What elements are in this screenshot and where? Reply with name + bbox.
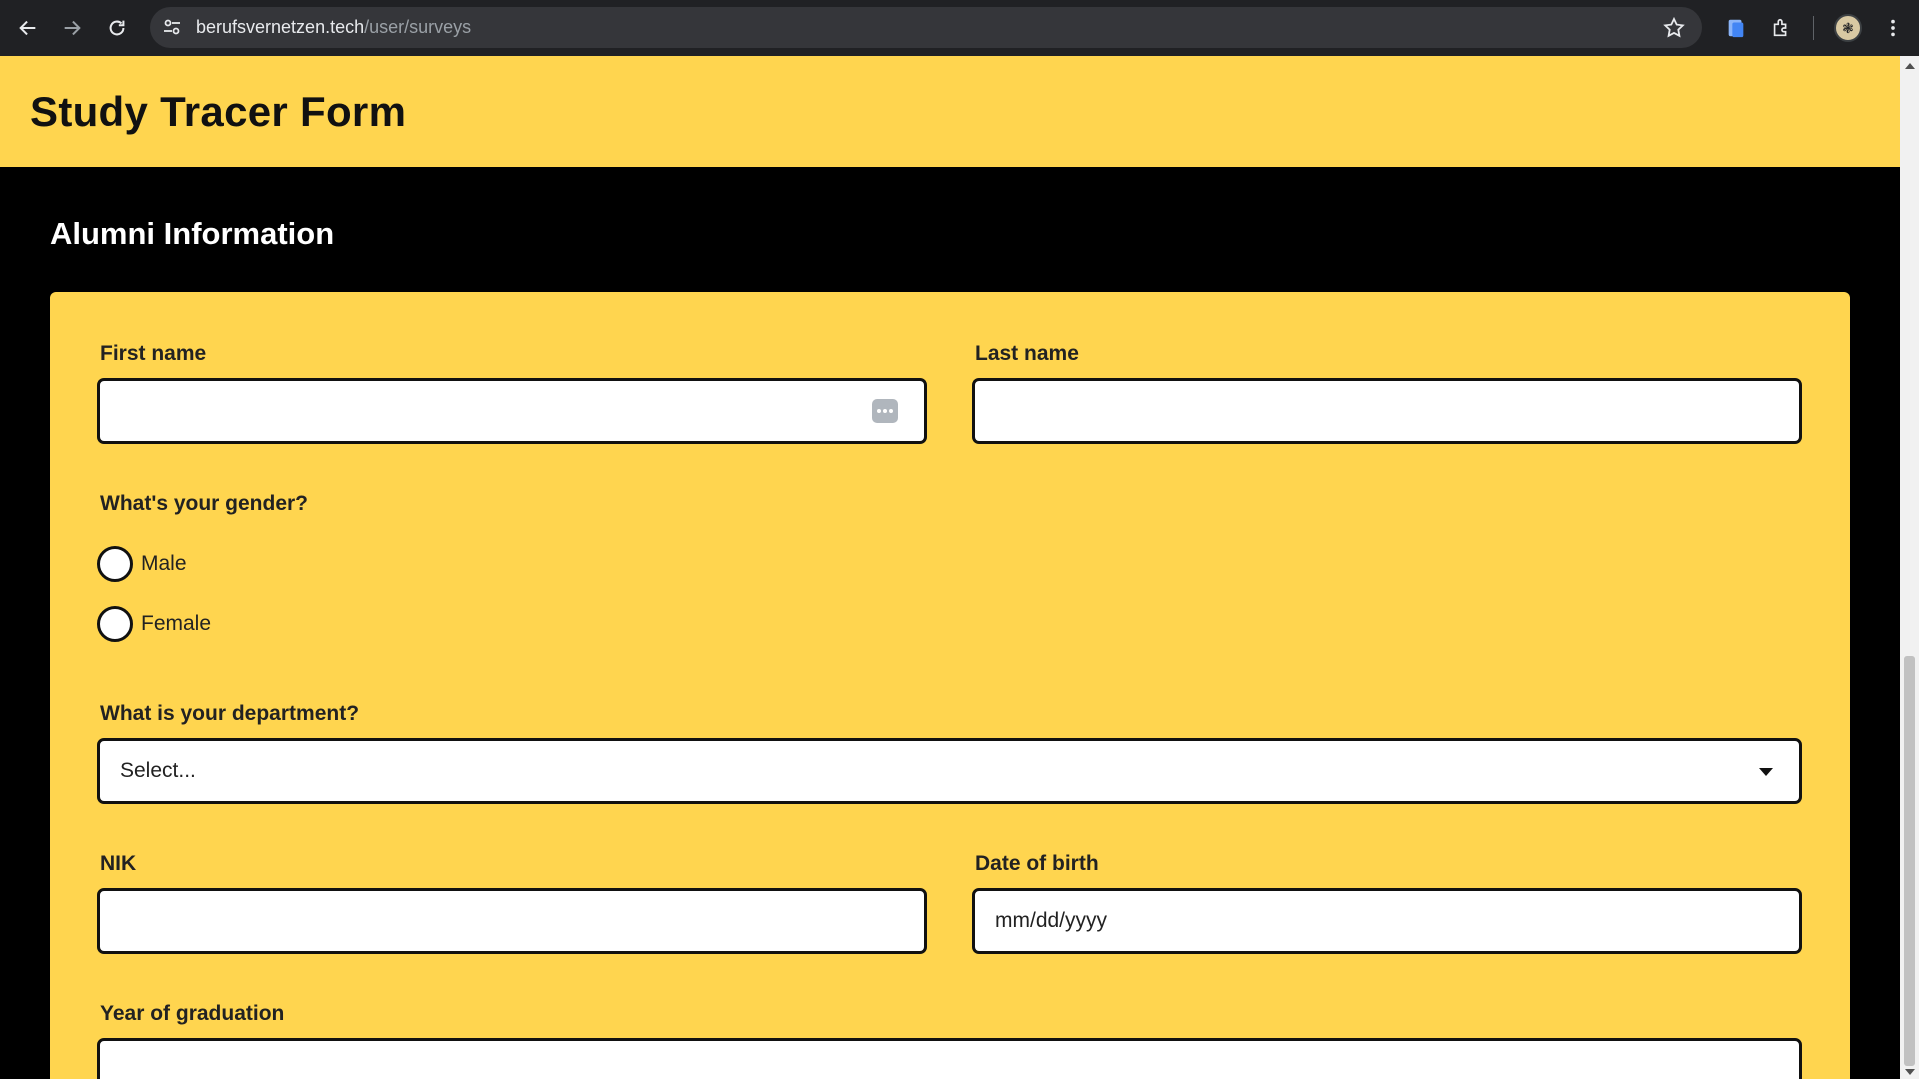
department-selected: Select... [120, 759, 196, 782]
last-name-label: Last name [975, 342, 1079, 365]
gender-option-male[interactable]: Male [97, 546, 187, 582]
radio-male[interactable] [97, 546, 133, 582]
site-settings-icon[interactable] [162, 17, 182, 37]
page-title: Study Tracer Form [30, 88, 407, 135]
star-icon[interactable] [1662, 16, 1686, 40]
browser-toolbar: berufsvernetzen.tech/user/surveys ❃ [0, 0, 1919, 56]
chevron-down-icon [1759, 768, 1773, 776]
url-host: berufsvernetzen.tech [196, 17, 365, 37]
radio-female[interactable] [97, 606, 133, 642]
radio-label-female: Female [141, 612, 212, 635]
nik-input[interactable] [97, 888, 927, 954]
radio-label-male: Male [141, 552, 187, 575]
extensions-icon[interactable] [1767, 14, 1795, 42]
back-icon[interactable] [8, 0, 48, 56]
scroll-down-icon[interactable] [1905, 1069, 1915, 1075]
first-name-label: First name [100, 342, 207, 365]
gender-question: What's your gender? [100, 492, 309, 515]
page-scrollbar[interactable] [1900, 56, 1919, 1079]
google-docs-icon[interactable] [1722, 14, 1750, 42]
address-bar[interactable]: berufsvernetzen.tech/user/surveys [150, 7, 1702, 48]
first-name-input[interactable] [97, 378, 927, 444]
url-path: /user/surveys [364, 17, 472, 37]
last-name-input[interactable] [972, 378, 1802, 444]
section-title: Alumni Information [50, 216, 335, 251]
scroll-up-icon[interactable] [1905, 63, 1915, 69]
kebab-menu-icon[interactable] [1879, 14, 1907, 42]
profile-avatar[interactable]: ❃ [1834, 14, 1862, 42]
dob-placeholder: mm/dd/yyyy [995, 909, 1108, 932]
dob-input[interactable]: mm/dd/yyyy [972, 888, 1802, 954]
site-header: Study Tracer Form [0, 56, 1900, 167]
nik-label: NIK [100, 852, 137, 875]
graduation-label: Year of graduation [100, 1002, 285, 1025]
autofill-icon[interactable] [872, 399, 898, 423]
dob-label: Date of birth [975, 852, 1099, 875]
page-viewport: Study Tracer Form Alumni Information Fir… [0, 56, 1900, 1079]
gender-option-female[interactable]: Female [97, 606, 211, 642]
graduation-input[interactable] [97, 1038, 1802, 1079]
department-select[interactable]: Select... [97, 738, 1802, 804]
reload-icon[interactable] [97, 0, 137, 56]
url-text[interactable]: berufsvernetzen.tech/user/surveys [196, 7, 471, 48]
toolbar-divider [1813, 16, 1814, 40]
department-label: What is your department? [100, 702, 360, 725]
form-card: First name Last name What's your gender?… [50, 292, 1850, 1079]
forward-icon[interactable] [52, 0, 92, 56]
scrollbar-thumb[interactable] [1904, 656, 1915, 1066]
